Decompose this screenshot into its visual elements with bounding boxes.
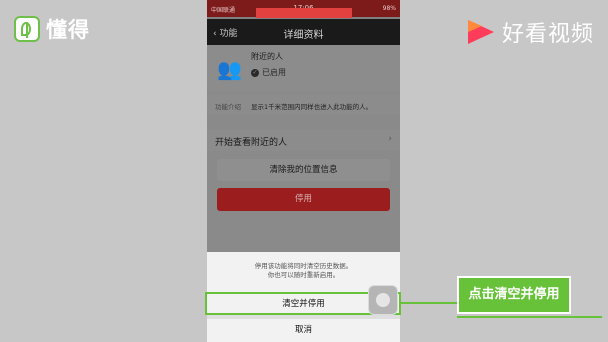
intro-label: 功能介绍 xyxy=(215,103,241,111)
recording-indicator xyxy=(256,8,352,18)
feature-card: 👥 附近的人 ✓ 已启用 xyxy=(207,45,400,91)
haokan-logo: 好看视频 xyxy=(466,16,594,48)
action-sheet-message-line2: 你也可以随时重新启用。 xyxy=(267,271,340,279)
highlight-connector xyxy=(401,302,457,304)
feature-name: 附近的人 xyxy=(251,52,283,61)
battery-level: 98% xyxy=(382,5,396,12)
dongde-logo-icon xyxy=(14,16,40,42)
nav-bar: ‹ 功能 详细资料 xyxy=(207,19,400,45)
haokan-brand-name: 好看视频 xyxy=(501,22,594,47)
enabled-label: 已启用 xyxy=(262,68,286,77)
dongde-brand-name: 懂得 xyxy=(46,18,90,42)
action-sheet-message-line1: 停用该功能将同时清空历史数据。 xyxy=(254,262,353,270)
chevron-right-icon: › xyxy=(388,134,392,144)
people-nearby-icon: 👥 xyxy=(217,57,242,81)
play-icon xyxy=(467,20,494,44)
enabled-status: ✓ 已启用 xyxy=(251,67,286,78)
dongde-logo: 懂得 xyxy=(14,14,90,44)
cancel-button[interactable]: 取消 xyxy=(207,319,400,342)
intro-text: 显示1千米范围内同样也进入此功能的人。 xyxy=(251,103,373,111)
page-title: 详细资料 xyxy=(283,30,324,41)
callout-underline xyxy=(457,316,602,318)
start-viewing-row[interactable]: 开始查看附近的人 › xyxy=(207,129,400,151)
instruction-callout: 点击清空并停用 xyxy=(457,276,571,314)
check-icon: ✓ xyxy=(251,68,259,77)
assistive-touch-button[interactable] xyxy=(368,285,398,315)
action-sheet-message: 停用该功能将同时清空历史数据。 你也可以随时重新启用。 xyxy=(207,262,400,280)
clear-location-button[interactable]: 清除我的位置信息 xyxy=(217,159,390,181)
start-viewing-label: 开始查看附近的人 xyxy=(215,138,288,148)
disable-button[interactable]: 停用 xyxy=(217,188,390,211)
feature-intro-row: 功能介绍 显示1千米范围内同样也进入此功能的人。 xyxy=(207,95,400,115)
